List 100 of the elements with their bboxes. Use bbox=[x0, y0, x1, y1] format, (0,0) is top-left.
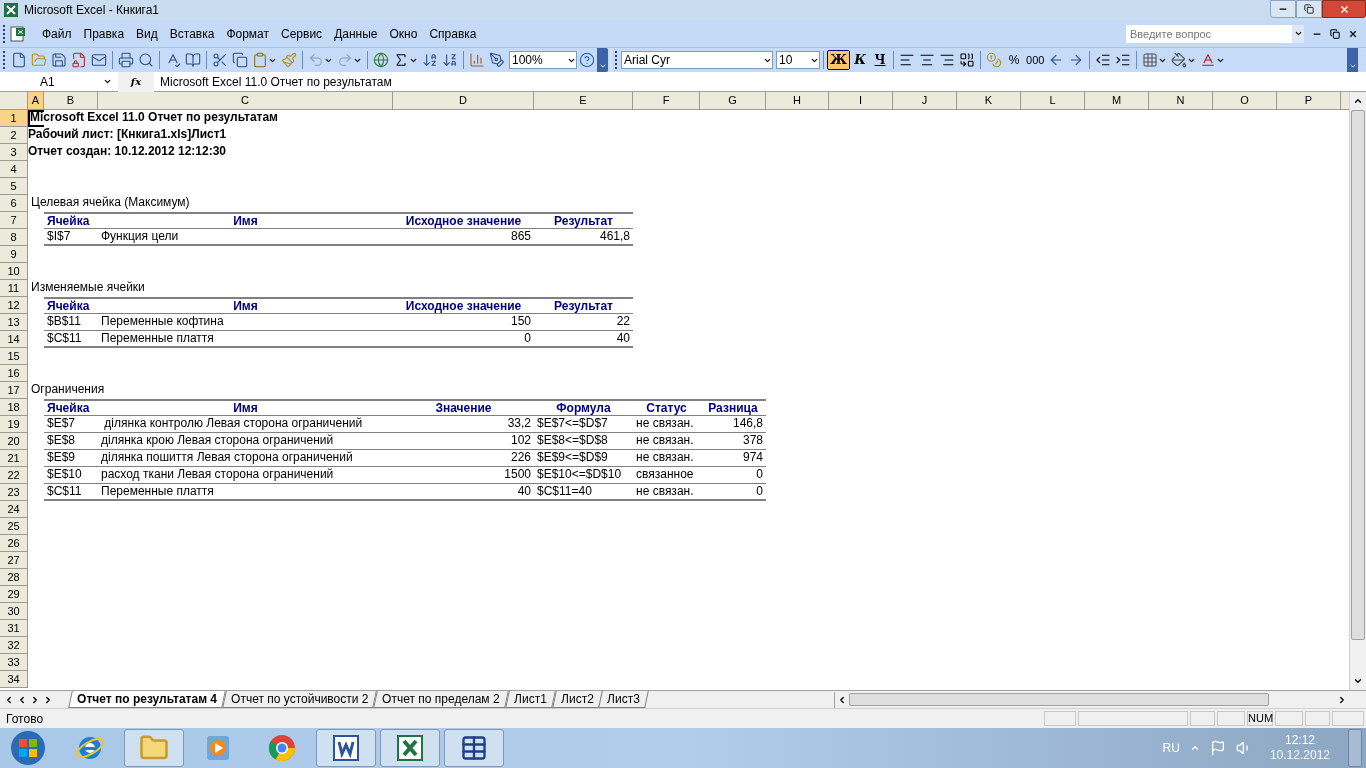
row-header[interactable]: 6 bbox=[0, 195, 28, 212]
dropdown-icon[interactable] bbox=[103, 77, 112, 86]
column-header[interactable]: P bbox=[1277, 92, 1341, 110]
help-search-field[interactable]: Введите вопрос bbox=[1126, 24, 1292, 43]
menu-item[interactable]: Вид bbox=[131, 24, 163, 43]
toolbar-options-icon[interactable] bbox=[1348, 62, 1357, 70]
column-header[interactable]: N bbox=[1149, 92, 1213, 110]
column-header[interactable]: D bbox=[393, 92, 534, 110]
row-header[interactable]: 21 bbox=[0, 450, 28, 467]
row-header[interactable]: 4 bbox=[0, 161, 28, 178]
row-header[interactable]: 5 bbox=[0, 178, 28, 195]
sheet-tab[interactable]: Лист3 bbox=[598, 690, 649, 708]
row-header[interactable]: 18 bbox=[0, 399, 28, 416]
zoom-field[interactable]: 100% bbox=[509, 51, 577, 69]
scroll-left-icon[interactable] bbox=[837, 694, 847, 705]
close-icon[interactable] bbox=[1348, 28, 1358, 39]
taskbar-button[interactable] bbox=[444, 729, 504, 767]
column-header[interactable]: I bbox=[829, 92, 893, 110]
taskbar-button[interactable] bbox=[380, 729, 440, 767]
menu-item[interactable]: Сервис bbox=[276, 24, 328, 43]
toolbar-options-button[interactable] bbox=[597, 48, 608, 72]
sheet-tab[interactable]: Лист1 bbox=[505, 690, 556, 708]
row-header[interactable]: 27 bbox=[0, 552, 28, 569]
sheet-tab[interactable]: Лист2 bbox=[551, 690, 603, 708]
formula-field[interactable]: Microsoft Excel 11.0 Отчет по результатам bbox=[160, 72, 392, 91]
sheet-tab[interactable]: Отчет по результатам 4 bbox=[68, 690, 226, 708]
row-header[interactable]: 8 bbox=[0, 229, 28, 246]
font-field[interactable]: Arial Cyr bbox=[621, 51, 773, 69]
column-header[interactable]: M bbox=[1085, 92, 1149, 110]
toolbar-options-icon[interactable] bbox=[598, 62, 607, 70]
first-sheet-icon[interactable] bbox=[4, 694, 14, 705]
column-header[interactable]: A bbox=[28, 92, 44, 110]
row-header[interactable]: 12 bbox=[0, 297, 28, 314]
start-button[interactable] bbox=[10, 730, 46, 766]
previous-sheet-icon[interactable] bbox=[17, 694, 27, 705]
menu-item[interactable]: Формат bbox=[221, 24, 275, 43]
column-header[interactable]: G bbox=[700, 92, 766, 110]
sigma-icon[interactable] bbox=[393, 52, 409, 68]
row-header[interactable]: 16 bbox=[0, 365, 28, 382]
toolbar-grip[interactable] bbox=[3, 51, 6, 69]
underline-button[interactable]: Ч bbox=[870, 50, 891, 70]
row-header[interactable]: 33 bbox=[0, 654, 28, 671]
column-header[interactable]: K bbox=[957, 92, 1021, 110]
scroll-down-icon[interactable] bbox=[1353, 676, 1363, 686]
row-header[interactable]: 7 bbox=[0, 212, 28, 229]
row-header[interactable]: 26 bbox=[0, 535, 28, 552]
row-header[interactable]: 13 bbox=[0, 314, 28, 331]
scroll-up-icon[interactable] bbox=[1353, 96, 1363, 106]
dropdown-icon[interactable] bbox=[1293, 29, 1303, 38]
thousands-button[interactable]: 000 bbox=[1024, 50, 1047, 70]
scrollbar-thumb[interactable] bbox=[849, 693, 1269, 706]
row-header[interactable]: 9 bbox=[0, 246, 28, 263]
close-button[interactable] bbox=[1322, 0, 1366, 18]
row-header[interactable]: 20 bbox=[0, 433, 28, 450]
bold-button[interactable]: Ж bbox=[827, 50, 851, 70]
maximize-button[interactable] bbox=[1296, 0, 1322, 18]
menu-item[interactable]: Окно bbox=[384, 24, 423, 43]
row-header[interactable]: 15 bbox=[0, 348, 28, 365]
taskbar-button[interactable] bbox=[316, 729, 376, 767]
column-header[interactable]: J bbox=[893, 92, 957, 110]
row-header[interactable]: 30 bbox=[0, 603, 28, 620]
row-header[interactable]: 23 bbox=[0, 484, 28, 501]
italic-button[interactable]: К bbox=[850, 50, 871, 70]
column-header[interactable]: C bbox=[98, 92, 393, 110]
dropdown-button[interactable] bbox=[1292, 24, 1304, 43]
column-header[interactable]: H bbox=[766, 92, 829, 110]
row-header[interactable]: 19 bbox=[0, 416, 28, 433]
percent-button[interactable]: % bbox=[1004, 50, 1025, 70]
menu-item[interactable]: Справка bbox=[424, 24, 482, 43]
row-header[interactable]: 17 bbox=[0, 382, 28, 399]
column-header[interactable]: L bbox=[1021, 92, 1085, 110]
next-sheet-icon[interactable] bbox=[30, 694, 40, 705]
row-header[interactable]: 32 bbox=[0, 637, 28, 654]
minimize-button[interactable] bbox=[1270, 0, 1296, 18]
restore-icon[interactable] bbox=[1330, 28, 1340, 39]
last-sheet-icon[interactable] bbox=[43, 694, 53, 705]
column-header[interactable]: B bbox=[44, 92, 98, 110]
row-header[interactable]: 3 bbox=[0, 144, 28, 161]
menu-item[interactable]: Файл bbox=[37, 24, 77, 43]
column-header[interactable]: E bbox=[534, 92, 633, 110]
sheet-tab[interactable]: Отчет по устойчивости 2 bbox=[222, 690, 378, 708]
row-header[interactable]: 28 bbox=[0, 569, 28, 586]
column-header[interactable]: O bbox=[1213, 92, 1277, 110]
font-size-field[interactable]: 10 bbox=[776, 51, 820, 69]
toolbar-grip[interactable] bbox=[615, 51, 618, 69]
row-header[interactable]: 2 bbox=[0, 127, 28, 144]
toolbar-grip[interactable] bbox=[3, 24, 6, 43]
menu-item[interactable]: Вставка bbox=[164, 24, 220, 43]
row-header[interactable]: 1 bbox=[0, 110, 28, 127]
scroll-right-icon[interactable] bbox=[1337, 694, 1347, 705]
clipboard-icon[interactable] bbox=[252, 52, 268, 68]
row-header[interactable]: 29 bbox=[0, 586, 28, 603]
menu-item[interactable]: Данные bbox=[329, 24, 383, 43]
paint-bucket-icon[interactable] bbox=[1171, 52, 1188, 68]
font-color-icon[interactable] bbox=[1200, 52, 1217, 68]
row-header[interactable]: 31 bbox=[0, 620, 28, 637]
row-header[interactable]: 11 bbox=[0, 280, 28, 297]
row-header[interactable]: 10 bbox=[0, 263, 28, 280]
menu-item[interactable]: Правка bbox=[78, 24, 130, 43]
row-header[interactable]: 34 bbox=[0, 671, 28, 688]
